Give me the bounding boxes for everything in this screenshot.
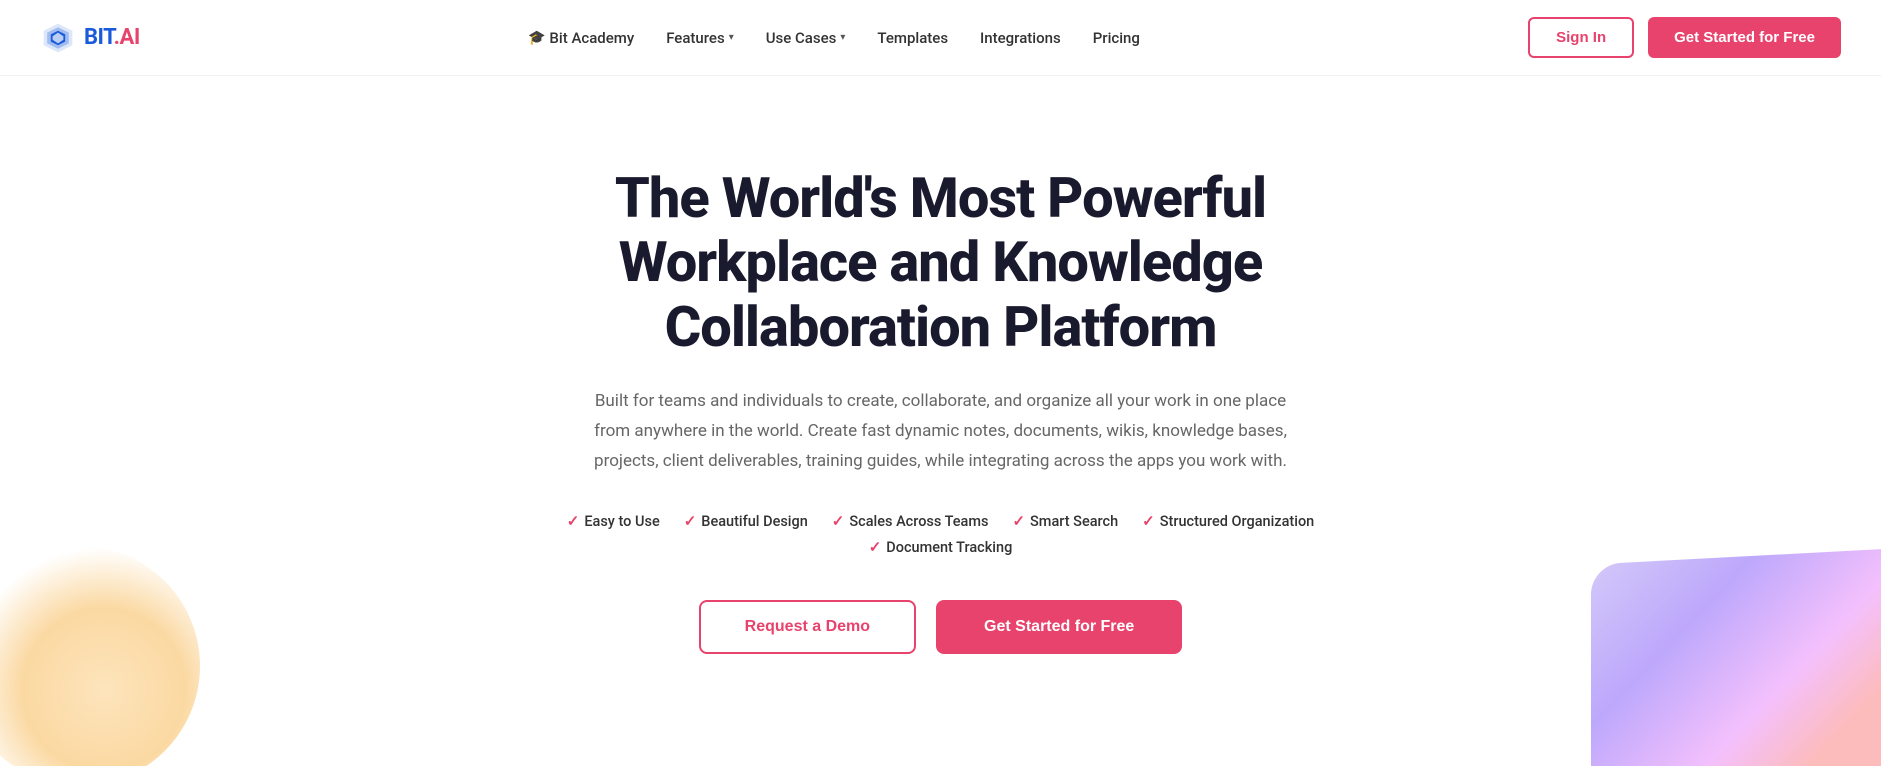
graduation-cap-icon: 🎓 — [528, 30, 545, 46]
request-demo-button[interactable]: Request a Demo — [699, 600, 916, 654]
hero-content: The World's Most Powerful Workplace and … — [491, 166, 1391, 654]
nav-link-templates[interactable]: Templates — [877, 29, 948, 47]
navbar: BIT.AI 🎓 Bit Academy Features ▾ Use Case… — [0, 0, 1881, 76]
nav-item-bit-academy[interactable]: 🎓 Bit Academy — [528, 29, 634, 47]
nav-link-integrations[interactable]: Integrations — [980, 29, 1061, 47]
checkmark-icon: ✓ — [684, 512, 697, 530]
logo-bit: BIT — [84, 25, 114, 50]
logo[interactable]: BIT.AI — [40, 20, 140, 56]
nav-link-use-cases[interactable]: Use Cases ▾ — [766, 29, 846, 47]
chevron-down-icon: ▾ — [840, 32, 845, 43]
feature-document-tracking: ✓ Document Tracking — [869, 538, 1013, 556]
nav-item-features[interactable]: Features ▾ — [666, 29, 734, 47]
checkmark-icon: ✓ — [1142, 512, 1155, 530]
feature-easy-to-use: ✓ Easy to Use — [567, 512, 660, 530]
logo-icon — [40, 20, 76, 56]
nav-link-features[interactable]: Features ▾ — [666, 29, 734, 47]
get-started-hero-button[interactable]: Get Started for Free — [936, 600, 1182, 654]
signin-button[interactable]: Sign In — [1528, 17, 1634, 58]
nav-item-pricing[interactable]: Pricing — [1093, 29, 1140, 47]
logo-ai: .AI — [114, 25, 140, 50]
feature-scales-across-teams: ✓ Scales Across Teams — [832, 512, 989, 530]
hero-blob-left — [0, 546, 200, 766]
nav-actions: Sign In Get Started for Free — [1528, 17, 1841, 58]
feature-structured-organization: ✓ Structured Organization — [1142, 512, 1314, 530]
checkmark-icon: ✓ — [1012, 512, 1025, 530]
hero-cta-buttons: Request a Demo Get Started for Free — [491, 600, 1391, 654]
nav-item-templates[interactable]: Templates — [877, 29, 948, 47]
checkmark-icon: ✓ — [869, 538, 882, 556]
hero-subtitle: Built for teams and individuals to creat… — [581, 387, 1301, 476]
feature-beautiful-design: ✓ Beautiful Design — [684, 512, 808, 530]
nav-links: 🎓 Bit Academy Features ▾ Use Cases ▾ Tem… — [528, 29, 1140, 47]
logo-text: BIT.AI — [84, 25, 140, 50]
checkmark-icon: ✓ — [567, 512, 580, 530]
nav-item-use-cases[interactable]: Use Cases ▾ — [766, 29, 846, 47]
hero-features-list: ✓ Easy to Use ✓ Beautiful Design ✓ Scale… — [491, 512, 1391, 556]
nav-item-integrations[interactable]: Integrations — [980, 29, 1061, 47]
nav-link-bit-academy[interactable]: 🎓 Bit Academy — [528, 29, 634, 47]
hero-section: The World's Most Powerful Workplace and … — [0, 76, 1881, 766]
feature-smart-search: ✓ Smart Search — [1012, 512, 1118, 530]
hero-title: The World's Most Powerful Workplace and … — [491, 166, 1391, 359]
get-started-nav-button[interactable]: Get Started for Free — [1648, 17, 1841, 58]
nav-link-pricing[interactable]: Pricing — [1093, 29, 1140, 47]
hero-blob-right — [1591, 548, 1881, 766]
chevron-down-icon: ▾ — [729, 32, 734, 43]
checkmark-icon: ✓ — [832, 512, 845, 530]
